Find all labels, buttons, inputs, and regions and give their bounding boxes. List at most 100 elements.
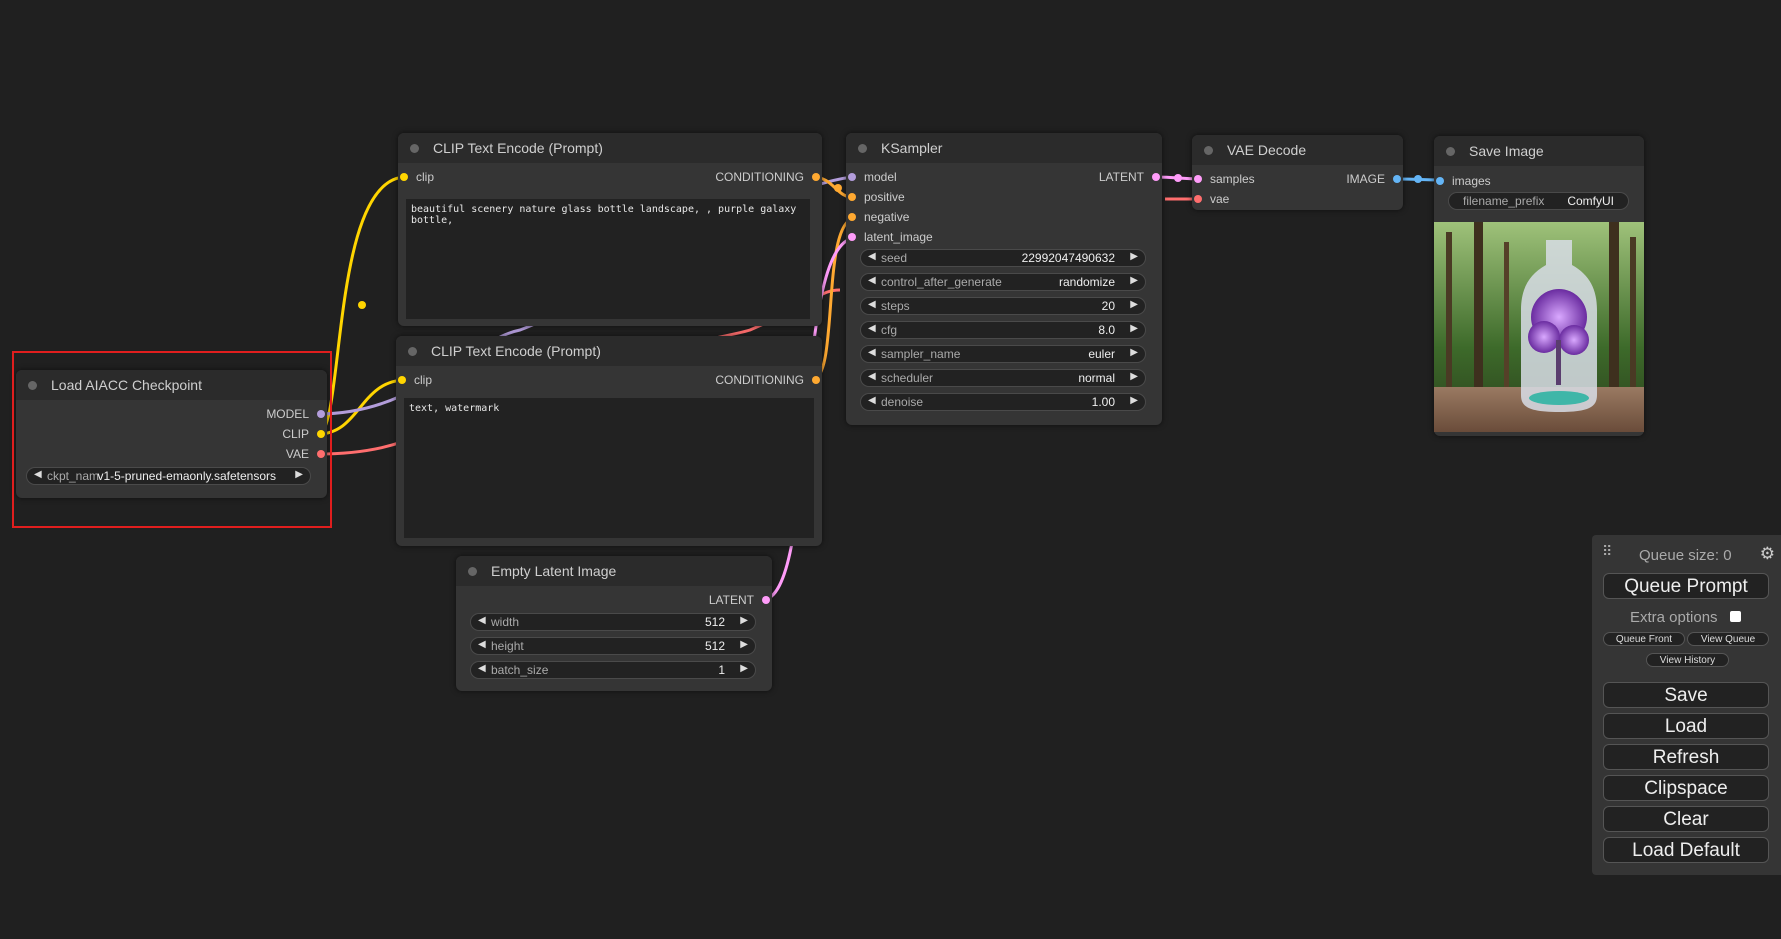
output-image[interactable]: IMAGE (1346, 171, 1403, 187)
prompt-textarea[interactable]: beautiful scenery nature glass bottle la… (406, 199, 810, 319)
node-title-bar[interactable]: CLIP Text Encode (Prompt) (398, 133, 822, 163)
output-latent[interactable]: LATENT (1099, 169, 1162, 185)
node-title-bar[interactable]: CLIP Text Encode (Prompt) (396, 336, 822, 366)
control-after-generate-widget[interactable]: ◀ control_after_generate randomize ▶ (860, 273, 1146, 291)
node-title-bar[interactable]: KSampler (846, 133, 1162, 163)
save-image-node[interactable]: Save Image images filename_prefix ComfyU… (1434, 136, 1644, 436)
arrow-left-icon[interactable]: ◀ (868, 371, 876, 382)
output-conditioning[interactable]: CONDITIONING (715, 372, 822, 388)
vae-pin-icon[interactable] (1194, 195, 1202, 203)
image-pin-icon[interactable] (1393, 175, 1401, 183)
arrow-left-icon[interactable]: ◀ (478, 639, 486, 650)
input-vae[interactable]: vae (1192, 191, 1229, 207)
clear-button[interactable]: Clear (1603, 806, 1769, 832)
collapse-dot-icon[interactable] (408, 346, 417, 356)
queue-prompt-button[interactable]: Queue Prompt (1603, 573, 1769, 599)
node-title: VAE Decode (1227, 142, 1307, 158)
conditioning-pin-icon[interactable] (848, 193, 856, 201)
collapse-dot-icon[interactable] (468, 566, 477, 576)
sampler-name-widget[interactable]: ◀ sampler_name euler ▶ (860, 345, 1146, 363)
generated-image-preview[interactable] (1434, 222, 1644, 432)
selection-outline (12, 351, 332, 528)
conditioning-pin-icon[interactable] (848, 213, 856, 221)
output-latent[interactable]: LATENT (709, 592, 772, 608)
extra-options-checkbox[interactable] (1730, 611, 1741, 622)
queue-size-label: Queue size: 0 (1639, 547, 1732, 564)
arrow-left-icon[interactable]: ◀ (868, 395, 876, 406)
extra-options-label: Extra options (1630, 609, 1718, 626)
view-history-button[interactable]: View History (1646, 653, 1729, 667)
load-button[interactable]: Load (1603, 713, 1769, 739)
refresh-button[interactable]: Refresh (1603, 744, 1769, 770)
clip-text-encode-positive-node[interactable]: CLIP Text Encode (Prompt) clip CONDITION… (398, 133, 822, 326)
node-title: CLIP Text Encode (Prompt) (433, 140, 603, 156)
input-negative[interactable]: negative (846, 209, 909, 225)
model-pin-icon[interactable] (848, 173, 856, 181)
denoise-widget[interactable]: ◀ denoise 1.00 ▶ (860, 393, 1146, 411)
arrow-left-icon[interactable]: ◀ (478, 615, 486, 626)
arrow-right-icon[interactable]: ▶ (1130, 275, 1138, 286)
seed-widget[interactable]: ◀ seed 22992047490632 ▶ (860, 249, 1146, 267)
empty-latent-image-node[interactable]: Empty Latent Image LATENT ◀ width 512 ▶ ◀ he… (456, 556, 772, 691)
collapse-dot-icon[interactable] (1204, 145, 1213, 155)
prompt-textarea[interactable]: text, watermark (404, 398, 814, 538)
arrow-right-icon[interactable]: ▶ (1130, 251, 1138, 262)
arrow-right-icon[interactable]: ▶ (740, 663, 748, 674)
arrow-right-icon[interactable]: ▶ (1130, 299, 1138, 310)
node-title-bar[interactable]: Save Image (1434, 136, 1644, 166)
input-clip[interactable]: clip (398, 169, 434, 185)
arrow-left-icon[interactable]: ◀ (868, 347, 876, 358)
scheduler-widget[interactable]: ◀ scheduler normal ▶ (860, 369, 1146, 387)
ksampler-node[interactable]: KSampler model LATENT positive negative … (846, 133, 1162, 425)
steps-widget[interactable]: ◀ steps 20 ▶ (860, 297, 1146, 315)
output-conditioning[interactable]: CONDITIONING (715, 169, 822, 185)
collapse-dot-icon[interactable] (410, 143, 419, 153)
node-title: Save Image (1469, 143, 1544, 159)
vae-decode-node[interactable]: VAE Decode samples IMAGE vae (1192, 135, 1403, 210)
gear-icon[interactable]: ⚙ (1760, 544, 1775, 564)
load-default-button[interactable]: Load Default (1603, 837, 1769, 863)
batch-size-widget[interactable]: ◀ batch_size 1 ▶ (470, 661, 756, 679)
queue-panel[interactable]: ⠿ Queue size: 0 ⚙ Queue Prompt Extra opt… (1592, 535, 1781, 875)
image-pin-icon[interactable] (1436, 177, 1444, 185)
arrow-right-icon[interactable]: ▶ (1130, 395, 1138, 406)
clip-pin-icon[interactable] (400, 173, 408, 181)
collapse-dot-icon[interactable] (1446, 146, 1455, 156)
latent-pin-icon[interactable] (848, 233, 856, 241)
input-clip[interactable]: clip (396, 372, 432, 388)
arrow-right-icon[interactable]: ▶ (1130, 323, 1138, 334)
node-title-bar[interactable]: Empty Latent Image (456, 556, 772, 586)
width-widget[interactable]: ◀ width 512 ▶ (470, 613, 756, 631)
input-latent-image[interactable]: latent_image (846, 229, 933, 245)
arrow-left-icon[interactable]: ◀ (868, 299, 876, 310)
save-button[interactable]: Save (1603, 682, 1769, 708)
arrow-left-icon[interactable]: ◀ (478, 663, 486, 674)
cfg-widget[interactable]: ◀ cfg 8.0 ▶ (860, 321, 1146, 339)
latent-pin-icon[interactable] (1152, 173, 1160, 181)
height-widget[interactable]: ◀ height 512 ▶ (470, 637, 756, 655)
input-model[interactable]: model (846, 169, 897, 185)
arrow-right-icon[interactable]: ▶ (1130, 371, 1138, 382)
input-images[interactable]: images (1434, 173, 1491, 189)
node-title-bar[interactable]: VAE Decode (1192, 135, 1403, 165)
clip-text-encode-negative-node[interactable]: CLIP Text Encode (Prompt) clip CONDITION… (396, 336, 822, 546)
input-positive[interactable]: positive (846, 189, 905, 205)
latent-pin-icon[interactable] (762, 596, 770, 604)
input-samples[interactable]: samples (1192, 171, 1255, 187)
arrow-right-icon[interactable]: ▶ (740, 639, 748, 650)
conditioning-pin-icon[interactable] (812, 173, 820, 181)
collapse-dot-icon[interactable] (858, 143, 867, 153)
arrow-right-icon[interactable]: ▶ (1130, 347, 1138, 358)
queue-front-button[interactable]: Queue Front (1603, 632, 1685, 646)
drag-handle-icon[interactable]: ⠿ (1602, 543, 1612, 560)
filename-prefix-widget[interactable]: filename_prefix ComfyUI (1448, 192, 1629, 210)
clipspace-button[interactable]: Clipspace (1603, 775, 1769, 801)
arrow-left-icon[interactable]: ◀ (868, 251, 876, 262)
view-queue-button[interactable]: View Queue (1687, 632, 1769, 646)
latent-pin-icon[interactable] (1194, 175, 1202, 183)
conditioning-pin-icon[interactable] (812, 376, 820, 384)
arrow-left-icon[interactable]: ◀ (868, 275, 876, 286)
clip-pin-icon[interactable] (398, 376, 406, 384)
arrow-left-icon[interactable]: ◀ (868, 323, 876, 334)
arrow-right-icon[interactable]: ▶ (740, 615, 748, 626)
